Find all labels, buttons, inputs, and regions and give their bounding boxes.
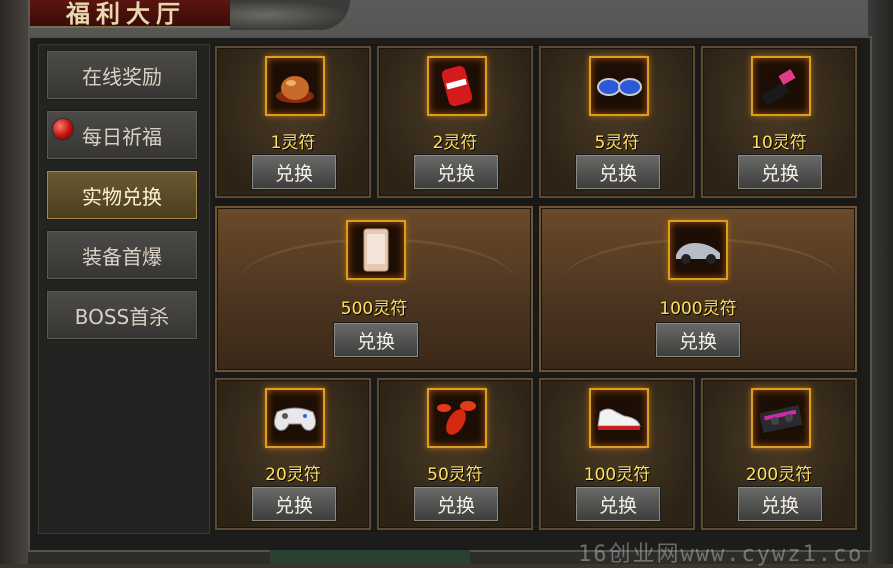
egg-icon bbox=[265, 56, 325, 116]
reward-card: 2灵符 兑换 bbox=[377, 46, 533, 198]
exchange-button[interactable]: 兑换 bbox=[413, 486, 499, 522]
reward-card: 1灵符 兑换 bbox=[215, 46, 371, 198]
reward-card: 100灵符 兑换 bbox=[539, 378, 695, 530]
tab-label: 实物兑换 bbox=[82, 184, 162, 209]
exchange-button[interactable]: 兑换 bbox=[251, 154, 337, 190]
smartphone-icon bbox=[346, 220, 406, 280]
background-strip bbox=[270, 550, 470, 564]
reward-price: 10灵符 bbox=[751, 133, 807, 153]
graphics-card-icon bbox=[751, 388, 811, 448]
exchange-button[interactable]: 兑换 bbox=[737, 154, 823, 190]
reward-card-large: 1000灵符 兑换 bbox=[539, 206, 857, 372]
tab-online-reward[interactable]: 在线奖励 bbox=[46, 50, 198, 100]
reward-price: 5灵符 bbox=[594, 133, 640, 153]
exchange-button[interactable]: 兑换 bbox=[413, 154, 499, 190]
reward-price: 500灵符 bbox=[340, 299, 408, 319]
tab-boss-first-kill[interactable]: BOSS首杀 bbox=[46, 290, 198, 340]
reward-card: 20灵符 兑换 bbox=[215, 378, 371, 530]
lobster-icon bbox=[427, 388, 487, 448]
sneaker-icon bbox=[589, 388, 649, 448]
tab-label: 在线奖励 bbox=[82, 64, 162, 89]
tab-equipment-first-drop[interactable]: 装备首爆 bbox=[46, 230, 198, 280]
cola-can-icon bbox=[427, 56, 487, 116]
reward-price: 1灵符 bbox=[270, 133, 316, 153]
tab-label: BOSS首杀 bbox=[74, 304, 170, 329]
tab-daily-blessing[interactable]: 每日祈福 bbox=[46, 110, 198, 160]
reward-card: 50灵符 兑换 bbox=[377, 378, 533, 530]
window-title: 福利大厅 bbox=[66, 0, 186, 28]
exchange-button[interactable]: 兑换 bbox=[575, 154, 661, 190]
reward-card: 5灵符 兑换 bbox=[539, 46, 695, 198]
dragon-ornament bbox=[230, 0, 350, 30]
exchange-button[interactable]: 兑换 bbox=[655, 322, 741, 358]
reward-price: 20灵符 bbox=[265, 465, 321, 485]
left-border-decoration bbox=[0, 0, 28, 564]
tab-label: 装备首爆 bbox=[82, 244, 162, 269]
lipstick-icon bbox=[751, 56, 811, 116]
sunglasses-icon bbox=[589, 56, 649, 116]
exchange-button[interactable]: 兑换 bbox=[575, 486, 661, 522]
watermark: 16创业网www.cywz1.co bbox=[578, 542, 864, 567]
sports-car-icon bbox=[668, 220, 728, 280]
reward-price: 50灵符 bbox=[427, 465, 483, 485]
exchange-button[interactable]: 兑换 bbox=[737, 486, 823, 522]
reward-price: 200灵符 bbox=[745, 465, 813, 485]
notification-dot-icon bbox=[53, 119, 73, 139]
reward-price: 1000灵符 bbox=[659, 299, 737, 319]
reward-price: 2灵符 bbox=[432, 133, 478, 153]
exchange-button[interactable]: 兑换 bbox=[251, 486, 337, 522]
tab-item-exchange[interactable]: 实物兑换 bbox=[46, 170, 198, 220]
exchange-button[interactable]: 兑换 bbox=[333, 322, 419, 358]
tab-label: 每日祈福 bbox=[82, 124, 162, 149]
reward-price: 100灵符 bbox=[583, 465, 651, 485]
reward-card-large: 500灵符 兑换 bbox=[215, 206, 533, 372]
gamepad-icon bbox=[265, 388, 325, 448]
reward-card: 200灵符 兑换 bbox=[701, 378, 857, 530]
reward-card: 10灵符 兑换 bbox=[701, 46, 857, 198]
